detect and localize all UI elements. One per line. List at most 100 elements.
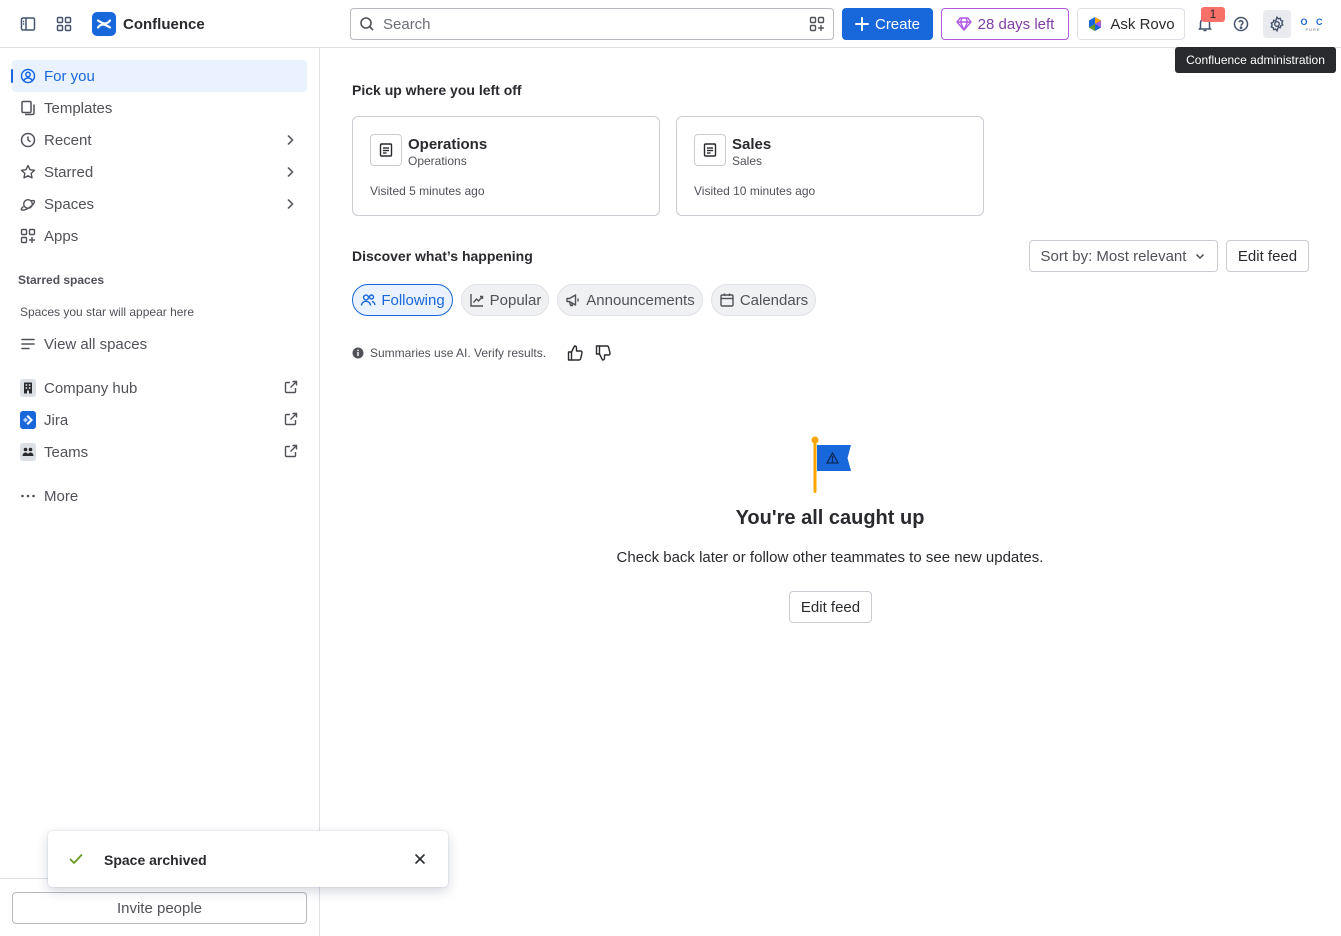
avatar-subtext: PURE xyxy=(1305,26,1321,32)
trial-button[interactable]: 28 days left xyxy=(941,8,1069,40)
empty-state-edit-feed-button[interactable]: Edit feed xyxy=(789,591,872,623)
megaphone-icon xyxy=(566,294,579,307)
admin-tooltip: Confluence administration xyxy=(1175,47,1336,73)
empty-state-title: You're all caught up xyxy=(735,507,925,529)
checkmark-icon xyxy=(68,851,84,867)
sidebar-item-label: Starred xyxy=(44,163,94,181)
top-navigation-bar: Confluence Create 28 days left Ask Rovo … xyxy=(0,0,1341,48)
starred-spaces-hint: Spaces you star will appear here xyxy=(20,305,195,319)
empty-state-description: Check back later or follow other teammat… xyxy=(616,549,1044,566)
sidebar-item-for-you[interactable]: For you xyxy=(11,60,307,92)
sidebar-item-label: Recent xyxy=(44,131,92,149)
recent-card-title: Operations xyxy=(408,136,488,153)
page-icon xyxy=(370,134,402,166)
search-icon xyxy=(360,17,374,31)
sidebar-item-label: Templates xyxy=(44,99,113,117)
diamond-icon xyxy=(955,17,972,31)
sidebar-item-jira[interactable]: Jira xyxy=(12,404,307,436)
external-link-icon[interactable] xyxy=(284,444,298,458)
tab-announcements[interactable]: Announcements xyxy=(557,284,703,316)
sidebar-item-label: Teams xyxy=(44,443,89,461)
profile-avatar[interactable]: O C PURE xyxy=(1300,12,1326,36)
external-link-icon[interactable] xyxy=(284,412,298,426)
recent-page-card[interactable]: Sales Sales Visited 10 minutes ago xyxy=(676,116,984,216)
tab-following[interactable]: Following xyxy=(352,284,453,316)
sidebar-item-templates[interactable]: Templates xyxy=(12,92,307,124)
view-all-spaces-link[interactable]: View all spaces xyxy=(12,328,307,360)
thumbs-down-icon[interactable] xyxy=(594,344,612,362)
close-icon[interactable] xyxy=(412,851,428,867)
calendar-icon xyxy=(720,293,734,307)
recent-card-space: Sales xyxy=(732,154,763,168)
building-icon xyxy=(20,379,36,397)
star-icon xyxy=(20,164,36,180)
teams-icon xyxy=(20,443,36,461)
sidebar-item-recent[interactable]: Recent xyxy=(12,124,307,156)
people-icon xyxy=(361,294,376,306)
person-circle-icon xyxy=(20,68,36,84)
sidebar-toggle-icon[interactable] xyxy=(14,10,42,38)
starred-spaces-heading: Starred spaces xyxy=(18,273,105,287)
sidebar-item-teams[interactable]: Teams xyxy=(12,436,307,468)
thumbs-up-icon[interactable] xyxy=(566,344,584,362)
sort-dropdown-label: Sort by: Most relevant xyxy=(1040,247,1187,265)
discover-section-title: Discover what’s happening xyxy=(352,248,533,264)
tab-label: Calendars xyxy=(739,291,809,309)
ai-summary-note: Summaries use AI. Verify results. xyxy=(352,344,612,362)
notification-count-badge: 1 xyxy=(1201,7,1225,22)
caught-up-flag-illustration xyxy=(809,436,855,494)
sidebar-item-more[interactable]: More xyxy=(12,480,307,512)
chevron-right-icon[interactable] xyxy=(283,165,297,179)
ai-note-text: Summaries use AI. Verify results. xyxy=(370,346,547,360)
recent-card-visited: Visited 5 minutes ago xyxy=(370,184,485,198)
sidebar-item-label: Company hub xyxy=(44,379,138,397)
search-box[interactable] xyxy=(350,8,834,40)
create-button-label: Create xyxy=(874,15,921,33)
confluence-logo[interactable]: Confluence xyxy=(92,12,205,36)
pickup-section-title: Pick up where you left off xyxy=(352,82,522,98)
recent-page-card[interactable]: Operations Operations Visited 5 minutes … xyxy=(352,116,660,216)
sidebar-item-apps[interactable]: Apps xyxy=(12,220,307,252)
chevron-down-icon xyxy=(1196,253,1205,260)
toast-message: Space archived xyxy=(104,852,207,868)
trial-button-label: 28 days left xyxy=(977,15,1055,33)
app-switcher-icon[interactable] xyxy=(50,10,78,38)
clock-icon xyxy=(20,132,36,148)
tab-label: Popular xyxy=(489,291,542,309)
create-button[interactable]: Create xyxy=(842,8,933,40)
search-filter-icon[interactable] xyxy=(809,16,825,32)
sidebar-item-spaces[interactable]: Spaces xyxy=(12,188,307,220)
recent-card-space: Operations xyxy=(408,154,467,168)
sidebar-item-label: Spaces xyxy=(44,195,95,213)
view-all-spaces-label: View all spaces xyxy=(44,335,148,353)
sort-dropdown[interactable]: Sort by: Most relevant xyxy=(1029,240,1218,272)
sidebar-item-starred[interactable]: Starred xyxy=(12,156,307,188)
more-dots-icon xyxy=(20,488,36,504)
invite-people-button[interactable]: Invite people xyxy=(12,892,307,924)
tab-popular[interactable]: Popular xyxy=(461,284,549,316)
apps-grid-icon xyxy=(20,228,36,244)
chevron-right-icon[interactable] xyxy=(283,133,297,147)
app-name: Confluence xyxy=(123,15,205,33)
chevron-right-icon[interactable] xyxy=(283,197,297,211)
ask-rovo-label: Ask Rovo xyxy=(1110,15,1175,33)
space-archived-toast: Space archived xyxy=(48,831,448,887)
sidebar-item-company-hub[interactable]: Company hub xyxy=(12,372,307,404)
help-icon[interactable] xyxy=(1227,10,1255,38)
search-input[interactable] xyxy=(383,15,783,33)
confluence-logo-icon xyxy=(92,12,116,36)
plus-icon xyxy=(854,17,869,31)
edit-feed-button[interactable]: Edit feed xyxy=(1226,240,1309,272)
ask-rovo-button[interactable]: Ask Rovo xyxy=(1077,8,1185,40)
external-link-icon[interactable] xyxy=(284,380,298,394)
info-icon xyxy=(352,347,364,359)
rovo-icon xyxy=(1089,17,1102,31)
sidebar-item-label: More xyxy=(44,487,79,505)
tab-label: Following xyxy=(381,291,445,309)
sidebar-item-label: For you xyxy=(44,67,95,85)
recent-card-visited: Visited 10 minutes ago xyxy=(694,184,816,198)
tab-calendars[interactable]: Calendars xyxy=(711,284,816,316)
sidebar-item-label: Jira xyxy=(44,411,69,429)
sidebar-item-label: Apps xyxy=(44,227,79,245)
settings-gear-icon[interactable] xyxy=(1263,10,1291,38)
